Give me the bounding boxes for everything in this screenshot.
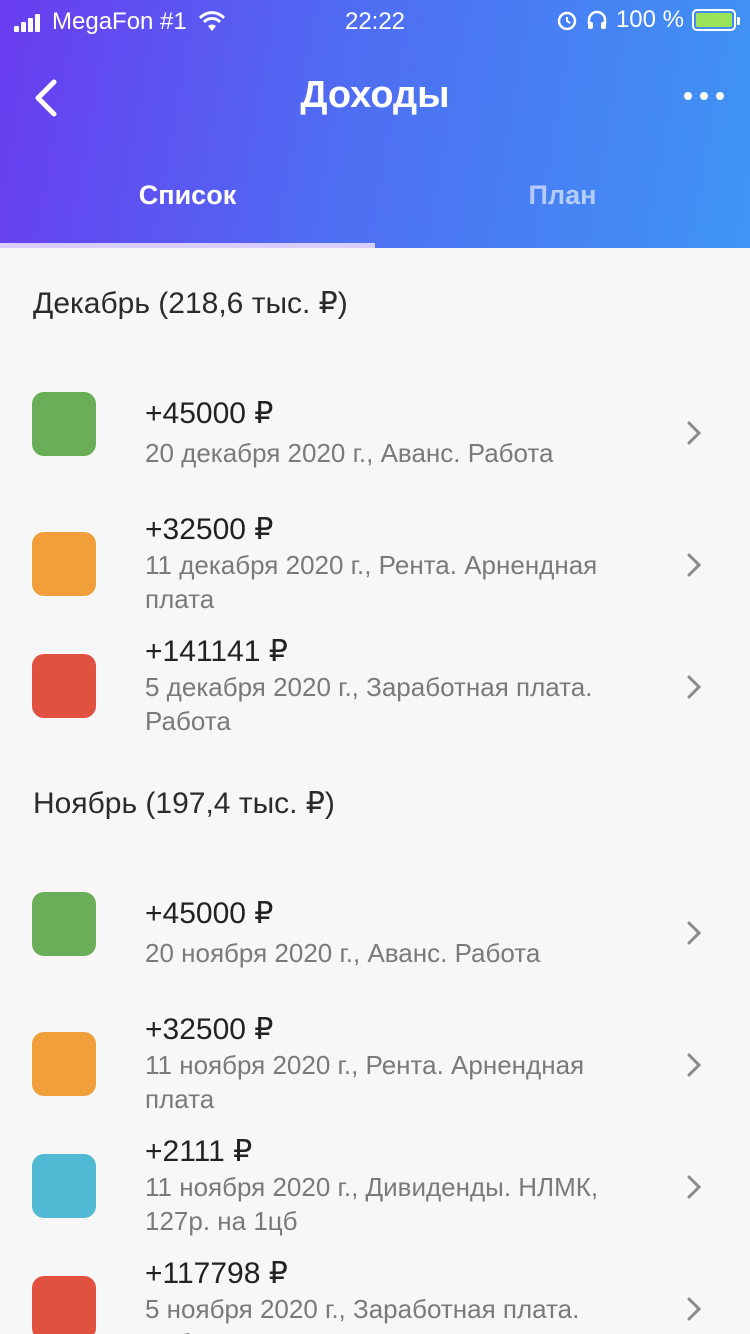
chevron-right-icon <box>687 1175 702 1199</box>
list-item[interactable]: +2111 ₽ 11 ноября 2020 г., Дивиденды. НЛ… <box>0 1132 750 1242</box>
chevron-right-icon <box>687 421 702 445</box>
category-color <box>32 1276 96 1334</box>
category-color <box>32 1032 96 1096</box>
category-color <box>32 392 96 456</box>
header: MegaFon #1 22:22 100 % Доходы Список Пла… <box>0 0 750 248</box>
item-amount: +141141 ₽ <box>145 635 288 668</box>
headphones-icon <box>587 10 607 29</box>
list-item[interactable]: +141141 ₽ 5 декабря 2020 г., Заработная … <box>0 632 750 742</box>
category-color <box>32 654 96 718</box>
tab-list[interactable]: Список <box>0 180 375 211</box>
alarm-icon <box>557 11 577 31</box>
chevron-right-icon <box>687 1053 702 1077</box>
list-item[interactable]: +45000 ₽ 20 ноября 2020 г., Аванс. Работ… <box>0 888 750 998</box>
section-title-november: Ноябрь (197,4 тыс. ₽) <box>33 787 335 820</box>
item-amount: +45000 ₽ <box>145 897 274 930</box>
status-bar: MegaFon #1 22:22 100 % <box>0 0 750 40</box>
item-description: 11 ноября 2020 г., Рента. Арнендная плат… <box>145 1050 585 1114</box>
tab-plan[interactable]: План <box>375 180 750 211</box>
item-amount: +2111 ₽ <box>145 1135 253 1168</box>
chevron-right-icon <box>687 1297 702 1321</box>
category-color <box>32 1154 96 1218</box>
chevron-right-icon <box>687 921 702 945</box>
chevron-right-icon <box>687 675 702 699</box>
battery-icon <box>692 9 740 31</box>
list-item[interactable]: +45000 ₽ 20 декабря 2020 г., Аванс. Рабо… <box>0 388 750 498</box>
section-title-december: Декабрь (218,6 тыс. ₽) <box>33 287 348 320</box>
item-amount: +117798 ₽ <box>145 1257 288 1290</box>
category-color <box>32 892 96 956</box>
page-title: Доходы <box>300 74 450 116</box>
list-item[interactable]: +32500 ₽ 11 декабря 2020 г., Рента. Арне… <box>0 510 750 620</box>
item-amount: +45000 ₽ <box>145 397 274 430</box>
more-icon[interactable] <box>684 88 724 104</box>
battery-percent: 100 % <box>615 6 684 33</box>
item-description: 11 декабря 2020 г., Рента. Арнендная пла… <box>145 550 598 614</box>
list-item[interactable]: +117798 ₽ 5 ноября 2020 г., Заработная п… <box>0 1254 750 1334</box>
chevron-right-icon <box>687 553 702 577</box>
item-description: 5 ноября 2020 г., Заработная плата. Рабо… <box>145 1294 580 1334</box>
list-item[interactable]: +32500 ₽ 11 ноября 2020 г., Рента. Арнен… <box>0 1010 750 1120</box>
item-amount: +32500 ₽ <box>145 513 274 546</box>
income-list: Декабрь (218,6 тыс. ₽) +45000 ₽ 20 декаб… <box>0 248 750 1334</box>
item-description: 11 ноября 2020 г., Дивиденды. НЛМК, 127р… <box>145 1172 599 1236</box>
item-amount: +32500 ₽ <box>145 1013 274 1046</box>
item-description: 5 декабря 2020 г., Заработная плата. Раб… <box>145 672 593 736</box>
item-description: 20 ноября 2020 г., Аванс. Работа <box>145 938 541 968</box>
item-description: 20 декабря 2020 г., Аванс. Работа <box>145 438 554 468</box>
category-color <box>32 532 96 596</box>
